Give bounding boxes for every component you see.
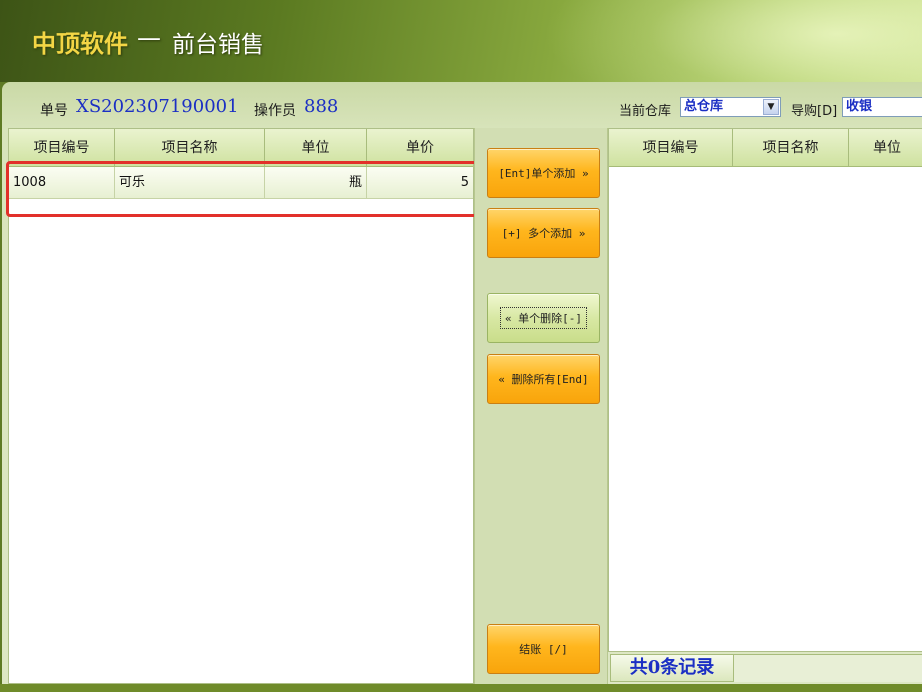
main-panel: 单号 XS202307190001 操作员 888 当前仓库 总仓库 ▼ 导购[… [2, 82, 922, 684]
order-no-label: 单号 [40, 103, 68, 119]
cell-code: 1008 [9, 167, 115, 198]
delete-single-button[interactable]: « 单个删除[-] [487, 293, 600, 343]
guide-label: 导购[D] [791, 104, 838, 119]
warehouse-selected-value: 总仓库 [684, 99, 724, 114]
order-no-value: XS202307190001 [76, 96, 239, 117]
item-list-header: 项目编号 项目名称 单位 单价 [9, 129, 473, 167]
module-title: 前台销售 [172, 32, 264, 58]
app-header: 中顶软件 — 前台销售 [0, 0, 922, 82]
record-count-status: 共0条记录 [610, 654, 734, 682]
cell-name: 可乐 [115, 167, 265, 198]
guide-input[interactable]: 收银 [842, 97, 922, 117]
chevron-down-icon[interactable]: ▼ [763, 99, 779, 115]
warehouse-label: 当前仓库 [619, 104, 672, 119]
delete-all-button[interactable]: « 删除所有[End] [487, 354, 600, 404]
column-header-code[interactable]: 项目编号 [609, 129, 733, 166]
selected-items-grid: 项目编号 项目名称 单位 [608, 128, 922, 652]
column-header-price[interactable]: 单价 [367, 129, 473, 166]
selected-items-header: 项目编号 项目名称 单位 [609, 129, 922, 167]
app-title: 中顶软件 [32, 29, 128, 58]
cell-price: 5 [460, 175, 469, 190]
warehouse-select[interactable]: 总仓库 ▼ [680, 97, 781, 117]
footer-strip [0, 684, 922, 692]
add-single-button[interactable]: [Ent]单个添加 » [487, 148, 600, 198]
status-bar-filler [734, 654, 922, 682]
operator-value: 888 [304, 96, 339, 117]
column-header-name[interactable]: 项目名称 [115, 129, 265, 166]
delete-single-label: « 单个删除[-] [499, 307, 588, 329]
column-header-code[interactable]: 项目编号 [9, 129, 115, 166]
cell-unit: 瓶 [265, 167, 367, 198]
operator-label: 操作员 [254, 103, 296, 119]
title-separator: — [137, 24, 161, 52]
action-column: [Ent]单个添加 » [+] 多个添加 » « 单个删除[-] « 删除所有[… [474, 128, 608, 684]
checkout-button[interactable]: 结账 [/] [487, 624, 600, 674]
add-multiple-button[interactable]: [+] 多个添加 » [487, 208, 600, 258]
item-list-grid: 项目编号 项目名称 单位 单价 1008 可乐 瓶 5 [8, 128, 474, 684]
column-header-unit[interactable]: 单位 [849, 129, 922, 166]
table-row[interactable]: 1008 可乐 瓶 5 [9, 167, 473, 199]
column-header-unit[interactable]: 单位 [265, 129, 367, 166]
column-header-name[interactable]: 项目名称 [733, 129, 849, 166]
